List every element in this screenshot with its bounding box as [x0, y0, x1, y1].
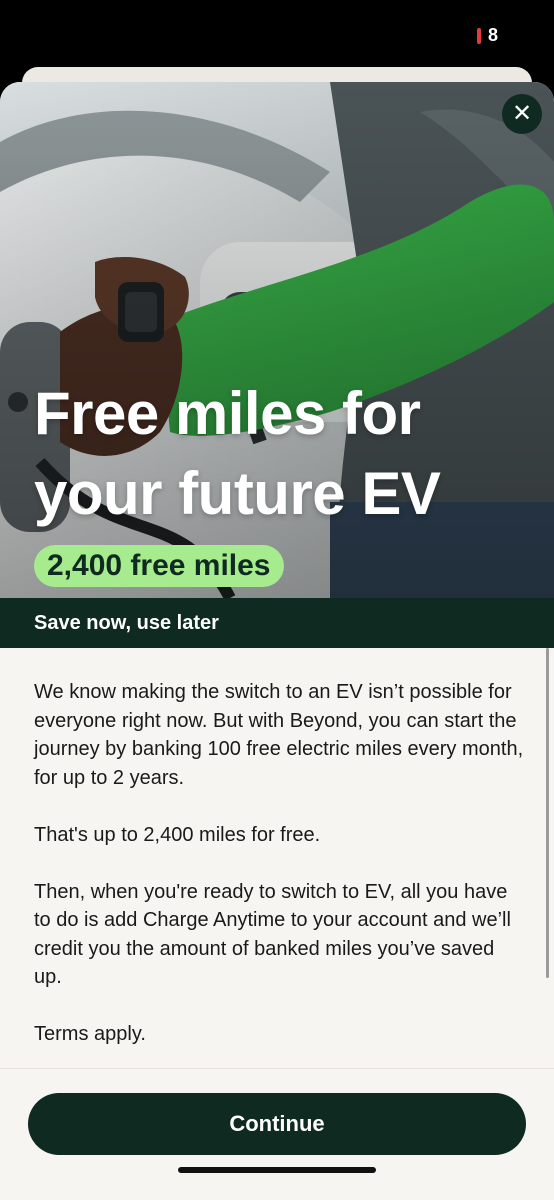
- subheader-text: Save now, use later: [34, 612, 219, 634]
- terms-link[interactable]: Terms apply.: [34, 1020, 524, 1049]
- subheader-bar: Save now, use later: [0, 598, 554, 648]
- hero-title-line2: your future EV: [34, 460, 441, 527]
- promo-sheet: ✕ Free miles for your future EV 2,400 fr…: [0, 82, 554, 1200]
- home-indicator: [178, 1167, 376, 1173]
- close-icon: ✕: [511, 100, 533, 127]
- status-bar: 8: [0, 0, 554, 70]
- continue-button[interactable]: Continue: [28, 1093, 526, 1155]
- scrollbar[interactable]: [546, 648, 549, 978]
- footer: Continue: [0, 1068, 554, 1200]
- close-button[interactable]: ✕: [502, 94, 542, 134]
- body-paragraph: That's up to 2,400 miles for free.: [34, 823, 321, 846]
- body-copy: We know making the switch to an EV isn’t…: [34, 678, 524, 1077]
- free-miles-badge: 2,400 free miles: [34, 545, 284, 587]
- body-paragraph: Then, when you're ready to switch to EV,…: [34, 880, 511, 989]
- body-paragraph: We know making the switch to an EV isn’t…: [34, 681, 524, 789]
- battery-low-indicator: [477, 28, 481, 44]
- battery-level: 8: [488, 25, 499, 45]
- hero-image: ✕ Free miles for your future EV 2,400 fr…: [0, 82, 554, 598]
- hero-title-line1: Free miles for: [34, 380, 421, 447]
- hero-title: Free miles for your future EV: [34, 374, 534, 534]
